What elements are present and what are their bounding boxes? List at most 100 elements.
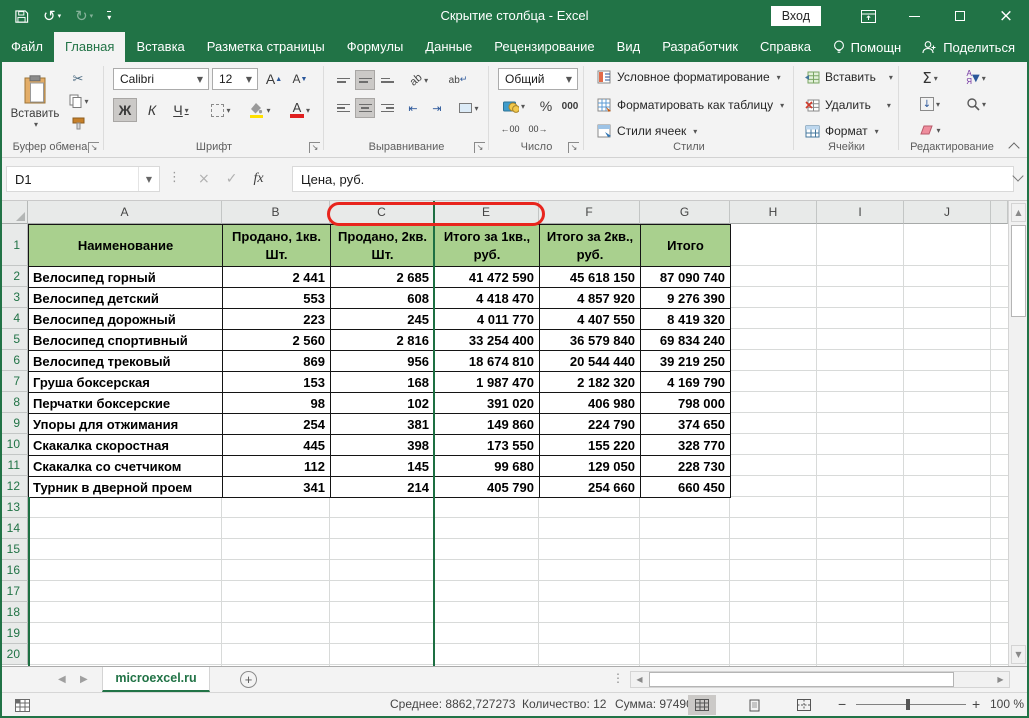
row-header-20[interactable]: 20 <box>0 644 28 665</box>
table-header-cell[interactable]: Наименование <box>29 225 223 267</box>
cell[interactable]: 445 <box>223 435 331 456</box>
column-header-H[interactable]: H <box>730 201 817 224</box>
cell[interactable]: Велосипед трековый <box>29 351 223 372</box>
formula-input[interactable]: Цена, руб. <box>292 166 1014 192</box>
cell[interactable]: 956 <box>331 351 435 372</box>
scroll-right-icon[interactable]: ▶ <box>992 672 1009 687</box>
name-box-dropdown-icon[interactable]: ▼ <box>138 167 159 191</box>
name-box[interactable]: D1▼ <box>6 166 160 192</box>
cell[interactable]: 173 550 <box>435 435 540 456</box>
italic-button[interactable]: К <box>141 98 163 122</box>
tab-item-3[interactable]: Разметка страницы <box>196 32 336 62</box>
close-icon[interactable]: × <box>983 0 1029 32</box>
row-header-1[interactable]: 1 <box>0 224 28 266</box>
row-header-18[interactable]: 18 <box>0 602 28 623</box>
format-painter-icon[interactable] <box>66 114 90 132</box>
scroll-down-icon[interactable]: ▼ <box>1011 645 1026 664</box>
expand-formula-bar-icon[interactable] <box>1012 170 1023 181</box>
scroll-left-icon[interactable]: ◀ <box>631 672 648 687</box>
zoom-level[interactable]: 100 % <box>990 697 1024 711</box>
increase-decimal-icon[interactable]: ←00 <box>498 120 522 138</box>
accounting-format-icon[interactable]: ▾ <box>498 96 530 116</box>
increase-indent-icon[interactable]: ⇥ <box>427 98 447 118</box>
tab-item-9[interactable]: Справка <box>749 32 822 62</box>
cell[interactable]: 4 011 770 <box>435 309 540 330</box>
clear-icon[interactable]: ▾ <box>912 120 948 140</box>
cell[interactable]: 660 450 <box>641 477 731 498</box>
zoom-slider-thumb[interactable] <box>906 699 910 710</box>
formula-bar-handle[interactable]: ⋮ <box>168 170 181 185</box>
row-header-11[interactable]: 11 <box>0 455 28 476</box>
cell[interactable]: 45 618 150 <box>540 267 641 288</box>
cell[interactable]: Перчатки боксерские <box>29 393 223 414</box>
maximize-icon[interactable] <box>937 0 983 32</box>
row-header-15[interactable]: 15 <box>0 539 28 560</box>
cell[interactable]: 145 <box>331 456 435 477</box>
format-cells-item[interactable]: Формат▾ <box>805 124 879 138</box>
row-header-12[interactable]: 12 <box>0 476 28 497</box>
vertical-scroll-thumb[interactable] <box>1011 225 1026 317</box>
fill-color-icon[interactable]: ▾ <box>243 98 277 122</box>
column-header-J[interactable]: J <box>904 201 991 224</box>
align-middle-icon[interactable] <box>355 70 375 90</box>
cell[interactable]: Велосипед дорожный <box>29 309 223 330</box>
cell[interactable]: Велосипед детский <box>29 288 223 309</box>
find-icon[interactable]: ▾ <box>956 94 996 114</box>
row-header-5[interactable]: 5 <box>0 329 28 350</box>
cell-styles-item[interactable]: Стили ячеек▾ <box>597 124 697 138</box>
alignment-dialog-launcher[interactable]: ↘ <box>474 142 485 153</box>
row-header-19[interactable]: 19 <box>0 623 28 644</box>
cell[interactable]: 99 680 <box>435 456 540 477</box>
row-header-7[interactable]: 7 <box>0 371 28 392</box>
cell[interactable]: 406 980 <box>540 393 641 414</box>
cell[interactable]: 391 020 <box>435 393 540 414</box>
table-header-cell[interactable]: Продано, 2кв. Шт. <box>331 225 435 267</box>
cell[interactable]: 223 <box>223 309 331 330</box>
row-header-13[interactable]: 13 <box>0 497 28 518</box>
cell[interactable]: 405 790 <box>435 477 540 498</box>
column-header-F[interactable]: F <box>539 201 640 224</box>
signin-button[interactable]: Вход <box>771 6 821 26</box>
bold-button[interactable]: Ж <box>113 98 137 122</box>
help-menu[interactable]: Помощн <box>833 40 902 55</box>
tabbar-resize-handle[interactable]: ⋮ <box>612 671 624 685</box>
cell[interactable]: 4 169 790 <box>641 372 731 393</box>
vertical-scrollbar[interactable]: ▲ ▼ <box>1008 201 1027 666</box>
percent-icon[interactable]: % <box>536 96 556 116</box>
column-header-A[interactable]: A <box>28 201 222 224</box>
sort-filter-icon[interactable]: АЯ▼▾ <box>956 68 996 88</box>
cell[interactable]: 4 857 920 <box>540 288 641 309</box>
cell[interactable]: 69 834 240 <box>641 330 731 351</box>
table-header-cell[interactable]: Итого за 1кв., руб. <box>435 225 540 267</box>
decrease-font-icon[interactable]: A▼ <box>288 68 312 90</box>
scroll-up-icon[interactable]: ▲ <box>1011 203 1026 222</box>
paste-button[interactable]: Вставить ▾ <box>8 66 62 138</box>
align-top-icon[interactable] <box>333 70 353 90</box>
row-header-4[interactable]: 4 <box>0 308 28 329</box>
cell[interactable]: 129 050 <box>540 456 641 477</box>
collapse-ribbon-icon[interactable] <box>1008 142 1019 153</box>
view-page-break-button[interactable] <box>790 695 818 715</box>
tab-item-7[interactable]: Вид <box>606 32 652 62</box>
cell[interactable]: 381 <box>331 414 435 435</box>
decrease-decimal-icon[interactable]: 00→ <box>526 120 550 138</box>
cell[interactable]: 39 219 250 <box>641 351 731 372</box>
tab-item-8[interactable]: Разработчик <box>651 32 749 62</box>
cell[interactable]: 341 <box>223 477 331 498</box>
cancel-icon[interactable]: × <box>198 171 210 187</box>
cell[interactable]: 553 <box>223 288 331 309</box>
wrap-text-icon[interactable]: ab↵ <box>441 70 475 90</box>
increase-font-icon[interactable]: A▲ <box>262 68 286 90</box>
number-dialog-launcher[interactable]: ↘ <box>568 142 579 153</box>
font-color-icon[interactable]: А▾ <box>283 98 317 122</box>
cell[interactable]: 2 182 320 <box>540 372 641 393</box>
tab-item-1[interactable]: Главная <box>54 32 125 62</box>
cell[interactable]: 2 560 <box>223 330 331 351</box>
row-header-10[interactable]: 10 <box>0 434 28 455</box>
cell[interactable]: 102 <box>331 393 435 414</box>
align-right-icon[interactable] <box>377 98 397 118</box>
cell[interactable]: 168 <box>331 372 435 393</box>
enter-icon[interactable]: ✓ <box>226 171 238 187</box>
cell[interactable]: 1 987 470 <box>435 372 540 393</box>
font-dialog-launcher[interactable]: ↘ <box>309 142 320 153</box>
